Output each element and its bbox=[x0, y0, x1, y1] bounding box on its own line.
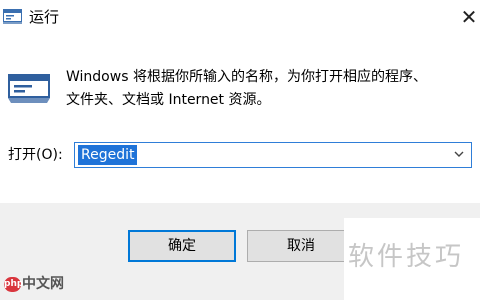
watermark-text: 软件技巧 bbox=[348, 242, 465, 272]
open-field-label: 打开(O): bbox=[8, 147, 63, 163]
ok-button[interactable]: 确定 bbox=[128, 230, 236, 262]
open-combobox[interactable]: Regedit bbox=[74, 142, 472, 168]
description-line-1: Windows 将根据你所输入的名称，为你打开相应的程序、 bbox=[66, 69, 427, 85]
site-logo-text: 中文网 bbox=[22, 276, 64, 292]
open-input-value[interactable]: Regedit bbox=[78, 145, 138, 165]
chevron-down-icon[interactable] bbox=[453, 147, 465, 161]
cancel-button[interactable]: 取消 bbox=[247, 230, 355, 262]
dialog-description: Windows 将根据你所输入的名称，为你打开相应的程序、 文件夹、文档或 In… bbox=[66, 66, 466, 112]
close-icon[interactable]: ✕ bbox=[458, 4, 480, 30]
window-title: 运行 bbox=[29, 8, 60, 26]
run-icon bbox=[8, 74, 50, 103]
site-logo-badge: php bbox=[4, 277, 23, 292]
title-bar: 运行 ✕ bbox=[0, 0, 480, 38]
description-line-2: 文件夹、文档或 Internet 资源。 bbox=[66, 92, 271, 108]
run-icon bbox=[3, 9, 22, 24]
